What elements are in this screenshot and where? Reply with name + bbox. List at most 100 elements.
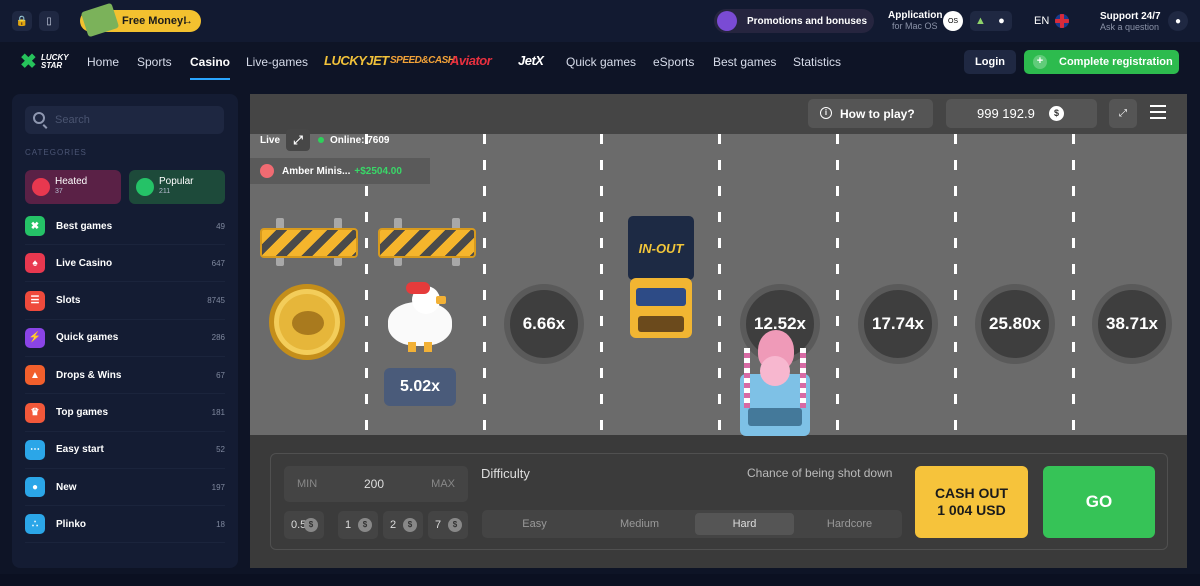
category-heated[interactable]: Heated 37 <box>25 170 121 204</box>
fullscreen-icon[interactable]: ⤢ <box>1109 99 1137 128</box>
sidebar-item-label: New <box>56 481 77 493</box>
nav-sports[interactable]: Sports <box>137 55 172 69</box>
sidebar-item[interactable]: ● New 197 <box>25 469 225 507</box>
logo[interactable]: ✖ LUCKY STAR <box>20 52 69 72</box>
min-button[interactable]: MIN <box>297 478 317 490</box>
online-count: Online: 7609 <box>330 134 390 146</box>
live-bar: Live ⤢ Online: 7609 <box>250 128 410 152</box>
dollar-icon: $ <box>403 518 417 532</box>
quick-bet-button[interactable]: 2 $ <box>383 511 423 539</box>
phone-icon[interactable]: ▯ <box>39 11 59 31</box>
sidebar-item[interactable]: ♛ Top games 181 <box>25 395 225 432</box>
winner-name: Amber Minis... <box>282 165 351 177</box>
difficulty-hardcore[interactable]: Hardcore <box>800 513 899 535</box>
plus-icon: + <box>1033 55 1047 69</box>
nav-best-games[interactable]: Best games <box>713 55 776 69</box>
sidebar-item[interactable]: ♠ Live Casino 647 <box>25 245 225 283</box>
nav-jetx[interactable]: JetX <box>518 53 544 68</box>
nav-luckyjet[interactable]: LUCKYJET <box>324 53 389 68</box>
difficulty-selector: Easy Medium Hard Hardcore <box>482 510 902 538</box>
dollar-icon: $ <box>448 518 462 532</box>
sidebar-item[interactable]: ☰ Slots 8745 <box>25 283 225 320</box>
recent-win: Amber Minis... +$2504.00 <box>250 158 430 184</box>
popular-label: Popular <box>159 176 194 187</box>
support-link[interactable]: Support 24/7 Ask a question <box>1100 11 1161 33</box>
sidebar-item-count: 181 <box>211 408 225 417</box>
promotions-label: Promotions and bonuses <box>747 15 868 27</box>
support-title: Support 24/7 <box>1100 11 1161 22</box>
sidebar-item-count: 286 <box>211 333 225 343</box>
sidebar-item-count: 67 <box>216 370 225 380</box>
max-button[interactable]: MAX <box>431 478 455 490</box>
category-popular[interactable]: Popular 211 <box>129 170 225 204</box>
apple-icon[interactable]: ● <box>991 11 1012 31</box>
nav-aviator[interactable]: Aviator <box>450 53 492 68</box>
cash-out-button[interactable]: CASH OUT 1 004 USD <box>915 466 1028 538</box>
lane-line <box>718 134 721 435</box>
nav-statistics[interactable]: Statistics <box>793 55 841 69</box>
app-download[interactable]: Application for Mac OS <box>888 10 942 32</box>
fire-icon <box>32 178 50 196</box>
app-subtitle: for Mac OS <box>892 21 938 31</box>
sidebar-item-count: 8745 <box>207 296 225 306</box>
promotions-button[interactable]: Promotions and bonuses <box>714 9 874 33</box>
how-to-play-button[interactable]: i How to play? <box>808 99 933 128</box>
nav-quick-games[interactable]: Quick games <box>566 55 636 69</box>
sidebar-item[interactable]: ▲ Drops & Wins 67 <box>25 357 225 395</box>
lock-icon[interactable]: 🔒 <box>12 11 32 31</box>
expand-icon[interactable]: ⤢ <box>286 129 311 151</box>
search-input[interactable]: Search <box>25 106 224 134</box>
multiplier-cell[interactable]: 38.71x <box>1092 284 1172 364</box>
chat-icon[interactable]: ● <box>1168 11 1188 31</box>
register-button[interactable]: + Complete registration <box>1024 50 1179 74</box>
bet-value[interactable]: 200 <box>364 477 384 491</box>
quick-bet-button[interactable]: 0.5 $ <box>284 511 324 539</box>
multiplier-cell[interactable]: 6.66x <box>504 284 584 364</box>
quick-bet-label: 1 <box>345 519 352 531</box>
sidebar-item[interactable]: ∴ Plinko 18 <box>25 506 225 544</box>
quick-bet-label: 7 <box>435 519 442 531</box>
top-bar: 🔒 ▯ Free Money! → Promotions and bonuses… <box>0 0 1200 42</box>
search-icon <box>33 112 45 124</box>
difficulty-easy[interactable]: Easy <box>485 513 584 535</box>
bet-amount-input[interactable]: MIN 200 MAX <box>284 466 468 502</box>
logo-text: LUCKY STAR <box>41 53 69 70</box>
sidebar-item-label: Top games <box>56 407 109 418</box>
sidebar-item-count: 49 <box>216 221 225 231</box>
truck-icon: IN-OUT <box>628 216 694 346</box>
difficulty-hard[interactable]: Hard <box>695 513 794 535</box>
macos-icon[interactable]: OS <box>943 11 963 31</box>
nav-casino[interactable]: Casino <box>190 55 231 80</box>
sidebar-item[interactable]: ⚡ Quick games 286 <box>25 320 225 357</box>
nav-speed-cash[interactable]: SPEED&CASH <box>390 55 455 66</box>
nav-home[interactable]: Home <box>87 55 119 69</box>
quick-bet-button[interactable]: 1 $ <box>338 511 378 539</box>
sidebar-item-label: Slots <box>56 295 81 307</box>
multiplier-cell[interactable]: 17.74x <box>858 284 938 364</box>
language-label: EN <box>1034 15 1050 27</box>
language-selector[interactable]: EN <box>1028 11 1082 31</box>
barrier <box>378 218 476 266</box>
menu-icon[interactable] <box>1150 105 1166 119</box>
sidebar-item[interactable]: ✖ Best games 49 <box>25 208 225 245</box>
go-button[interactable]: GO <box>1043 466 1155 538</box>
nav-live-games[interactable]: Live-games <box>246 55 308 69</box>
dollar-icon: $ <box>1049 106 1064 121</box>
quick-bet-button[interactable]: 7 $ <box>428 511 468 539</box>
avatar <box>260 164 274 178</box>
star-icon: ✖ <box>25 216 45 236</box>
difficulty-medium[interactable]: Medium <box>590 513 689 535</box>
dollar-icon: $ <box>358 518 372 532</box>
current-multiplier: 5.02x <box>384 368 456 406</box>
free-money-button[interactable]: Free Money! → <box>80 2 201 38</box>
sidebar-item[interactable]: ⋯ Easy start 52 <box>25 432 225 469</box>
spade-icon: ♠ <box>25 253 45 274</box>
heated-label: Heated <box>55 176 88 187</box>
lane-line <box>600 134 603 435</box>
android-icon[interactable]: ▲ <box>970 11 991 31</box>
sidebar-item-label: Easy start <box>56 444 104 456</box>
multiplier-cell[interactable]: 25.80x <box>975 284 1055 364</box>
login-button[interactable]: Login <box>964 50 1016 74</box>
nav-esports[interactable]: eSports <box>653 55 694 69</box>
ice-cream-truck-icon <box>740 330 810 436</box>
